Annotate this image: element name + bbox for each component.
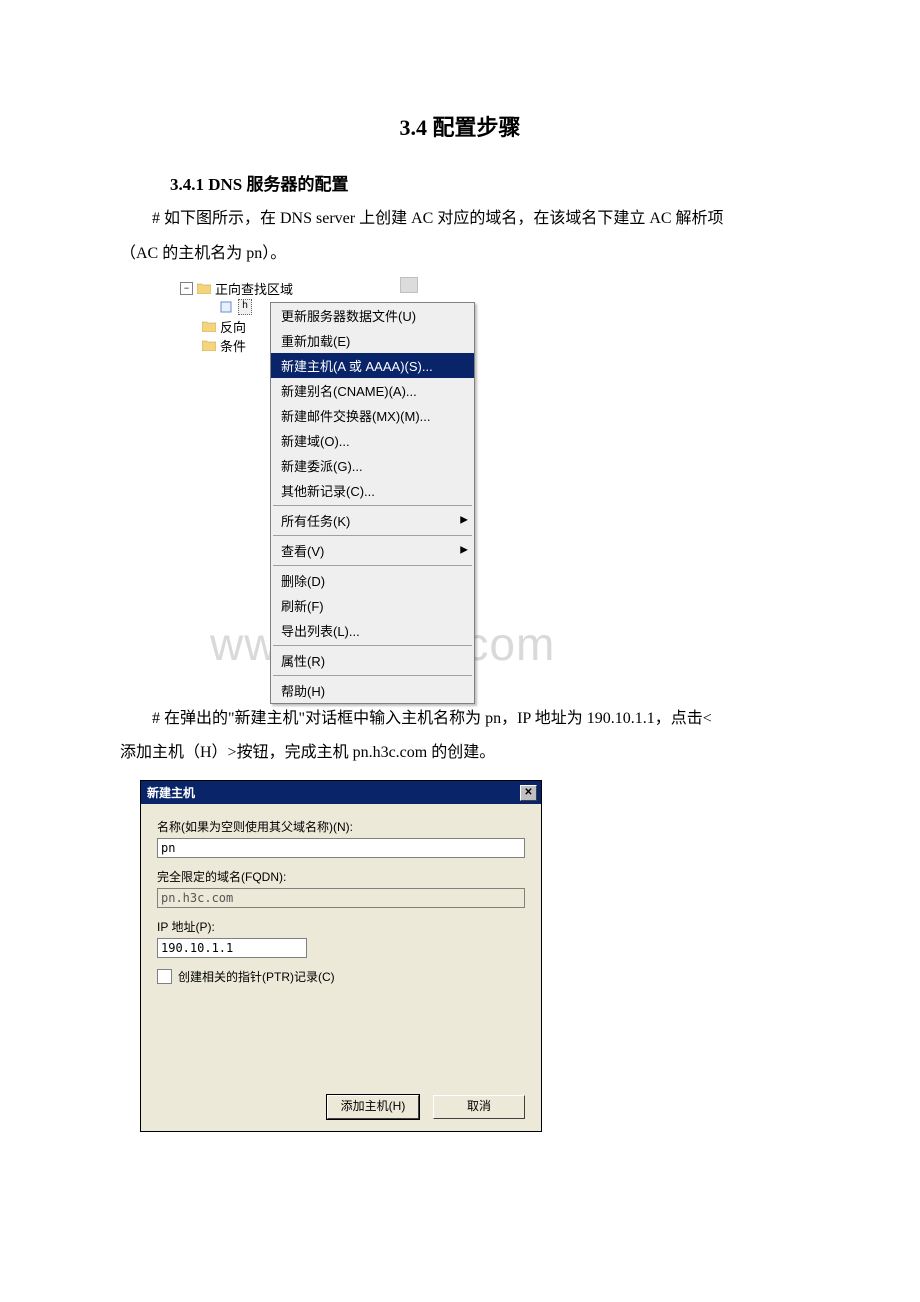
- folder-icon: [220, 301, 234, 313]
- dialog-title: 新建主机: [147, 784, 195, 801]
- ip-label: IP 地址(P):: [157, 918, 525, 935]
- submenu-arrow-icon: ▶: [460, 515, 468, 526]
- menu-other-records[interactable]: 其他新记录(C)...: [271, 478, 474, 503]
- add-host-button[interactable]: 添加主机(H): [327, 1095, 419, 1119]
- menu-new-host[interactable]: 新建主机(A 或 AAAA)(S)...: [271, 353, 474, 378]
- menu-all-tasks[interactable]: 所有任务(K) ▶: [271, 508, 474, 533]
- name-input[interactable]: [157, 838, 525, 858]
- menu-new-cname[interactable]: 新建别名(CNAME)(A)...: [271, 378, 474, 403]
- menu-update-file[interactable]: 更新服务器数据文件(U): [271, 303, 474, 328]
- section-title: 3.4 配置步骤: [120, 110, 800, 142]
- fqdn-input: [157, 888, 525, 908]
- tree-item-reverse[interactable]: 反向: [220, 317, 246, 336]
- subsection-title: 3.4.1 DNS 服务器的配置: [170, 170, 800, 195]
- ptr-checkbox[interactable]: [157, 969, 172, 984]
- tree-item-conditional[interactable]: 条件: [220, 336, 246, 355]
- fqdn-label: 完全限定的域名(FQDN):: [157, 868, 525, 885]
- paragraph-1a: # 如下图所示，在 DNS server 上创建 AC 对应的域名，在该域名下建…: [120, 207, 800, 232]
- menu-new-mx[interactable]: 新建邮件交换器(MX)(M)...: [271, 403, 474, 428]
- menu-new-domain[interactable]: 新建域(O)...: [271, 428, 474, 453]
- menu-export[interactable]: 导出列表(L)...: [271, 618, 474, 643]
- dialog-titlebar[interactable]: 新建主机 ✕: [141, 781, 541, 804]
- tree-root-label[interactable]: 正向查找区域: [215, 279, 293, 298]
- tree-collapse-icon[interactable]: −: [180, 282, 193, 295]
- menu-view-label: 查看(V): [281, 544, 324, 559]
- menu-all-tasks-label: 所有任务(K): [281, 514, 350, 529]
- menu-reload[interactable]: 重新加载(E): [271, 328, 474, 353]
- context-menu: 更新服务器数据文件(U) 重新加载(E) 新建主机(A 或 AAAA)(S)..…: [270, 302, 475, 704]
- menu-help[interactable]: 帮助(H): [271, 678, 474, 703]
- ptr-label: 创建相关的指针(PTR)记录(C): [178, 968, 335, 985]
- menu-delete[interactable]: 删除(D): [271, 568, 474, 593]
- paragraph-1b: （AC 的主机名为 pn）。: [120, 242, 800, 267]
- paragraph-2a: # 在弹出的"新建主机"对话框中输入主机名称为 pn，IP 地址为 190.10…: [120, 707, 800, 732]
- menu-properties[interactable]: 属性(R): [271, 648, 474, 673]
- close-icon[interactable]: ✕: [520, 785, 537, 801]
- tree-selected-node[interactable]: h: [238, 299, 252, 315]
- ip-input[interactable]: [157, 938, 307, 958]
- folder-icon: [202, 339, 216, 351]
- cancel-button[interactable]: 取消: [433, 1095, 525, 1119]
- name-label: 名称(如果为空则使用其父域名称)(N):: [157, 818, 525, 835]
- screenshot-context-menu: − 正向查找区域 h 反向: [180, 277, 660, 687]
- scrollbar-thumb[interactable]: [400, 277, 418, 293]
- screenshot-new-host-dialog: 新建主机 ✕ 名称(如果为空则使用其父域名称)(N): 完全限定的域名(FQDN…: [140, 780, 542, 1132]
- menu-refresh[interactable]: 刷新(F): [271, 593, 474, 618]
- folder-icon: [197, 282, 211, 294]
- menu-view[interactable]: 查看(V) ▶: [271, 538, 474, 563]
- submenu-arrow-icon: ▶: [460, 545, 468, 556]
- folder-icon: [202, 320, 216, 332]
- paragraph-2b: 添加主机（H）>按钮，完成主机 pn.h3c.com 的创建。: [120, 741, 800, 766]
- menu-new-delegation[interactable]: 新建委派(G)...: [271, 453, 474, 478]
